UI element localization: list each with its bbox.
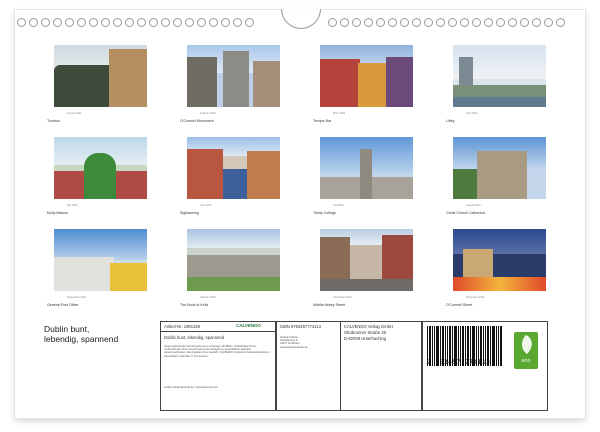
caption-1: Tourbus bbox=[47, 119, 60, 123]
photo-temple-bar bbox=[320, 45, 413, 107]
month-12: Dezember 2024 bbox=[466, 296, 485, 299]
month-6: Juni 2024 bbox=[200, 204, 212, 207]
month-1: Januar 2024 bbox=[67, 112, 82, 115]
eco-label: eco bbox=[521, 358, 531, 364]
footer-title-line2: lebendig, spannend bbox=[44, 334, 119, 344]
caption-2: O'Connell Monument bbox=[180, 119, 214, 123]
article-subtitle: Dublin bunt, lebendig, spannend bbox=[164, 335, 225, 340]
photo-general-post-office bbox=[54, 229, 147, 291]
legal-description: Artige bestehender Schutzrechte ist es u… bbox=[164, 345, 270, 358]
photo-molly-malone bbox=[54, 137, 147, 199]
footer-title: Dublin bunt, lebendig, spannend bbox=[44, 324, 118, 344]
photo-oconnell-street bbox=[453, 229, 546, 291]
caption-3: Temple Bar bbox=[313, 119, 332, 123]
publisher-street: Ottobrunner Straße 39 bbox=[344, 330, 386, 335]
publisher-name: CALVENDO Verlag GmbH bbox=[344, 324, 394, 329]
binding-holes-left bbox=[17, 18, 254, 30]
photo-trinity-college bbox=[320, 137, 413, 199]
barcode-digits: 9 783457 774113 bbox=[427, 358, 491, 366]
month-5: Mai 2024 bbox=[67, 204, 78, 207]
caption-11: Middle Abbey Street bbox=[313, 303, 346, 307]
photo-liffey bbox=[453, 45, 546, 107]
caption-9: General Post Office bbox=[47, 303, 79, 307]
caption-12: O'Connell Street bbox=[446, 303, 473, 307]
binding-hanger bbox=[281, 9, 321, 29]
caption-5: Molly Malone bbox=[47, 211, 69, 215]
month-9: September 2024 bbox=[67, 296, 87, 299]
caption-8: Christ Church Cathedral bbox=[446, 211, 485, 215]
month-8: August 2024 bbox=[466, 204, 481, 207]
caption-7: Trinity College bbox=[313, 211, 336, 215]
month-7: Juli 2024 bbox=[333, 204, 344, 207]
caption-10: The Book of Kells bbox=[180, 303, 209, 307]
photo-middle-abbey-street bbox=[320, 229, 413, 291]
publisher-city: D-82008 Unterhaching bbox=[344, 336, 387, 341]
article-number: Artikel-Nr: 1991329 bbox=[164, 324, 201, 329]
isbn-number: ISBN 9783457774113 bbox=[280, 324, 321, 329]
photo-book-of-kells bbox=[187, 229, 280, 291]
divider-line bbox=[160, 331, 276, 332]
month-2: Februar 2024 bbox=[200, 112, 216, 115]
eco-leaf-icon: eco bbox=[514, 332, 538, 369]
month-4: April 2024 bbox=[466, 112, 478, 115]
caption-4: Liffey bbox=[446, 119, 455, 123]
publisher-divider bbox=[340, 321, 341, 411]
photo-tourbus bbox=[54, 45, 147, 107]
caption-6: Sightseeing bbox=[180, 211, 199, 215]
month-10: Oktober 2024 bbox=[200, 296, 216, 299]
binding-holes-right bbox=[328, 18, 565, 30]
photo-christ-church-cathedral bbox=[453, 137, 546, 199]
month-11: November 2024 bbox=[333, 296, 352, 299]
photo-sightseeing bbox=[187, 137, 280, 199]
footer-title-line1: Dublin bunt, bbox=[44, 324, 90, 334]
brand-logo: CALVENDO bbox=[236, 323, 261, 328]
contact-email: E-Mail: info@calvendo.de | www.calvendo.… bbox=[164, 386, 218, 389]
month-3: März 2024 bbox=[333, 112, 346, 115]
author-address: Stephan Käufer Neuleiterweg 6 24437 Schl… bbox=[280, 336, 308, 349]
photo-oconnell-monument bbox=[187, 45, 280, 107]
